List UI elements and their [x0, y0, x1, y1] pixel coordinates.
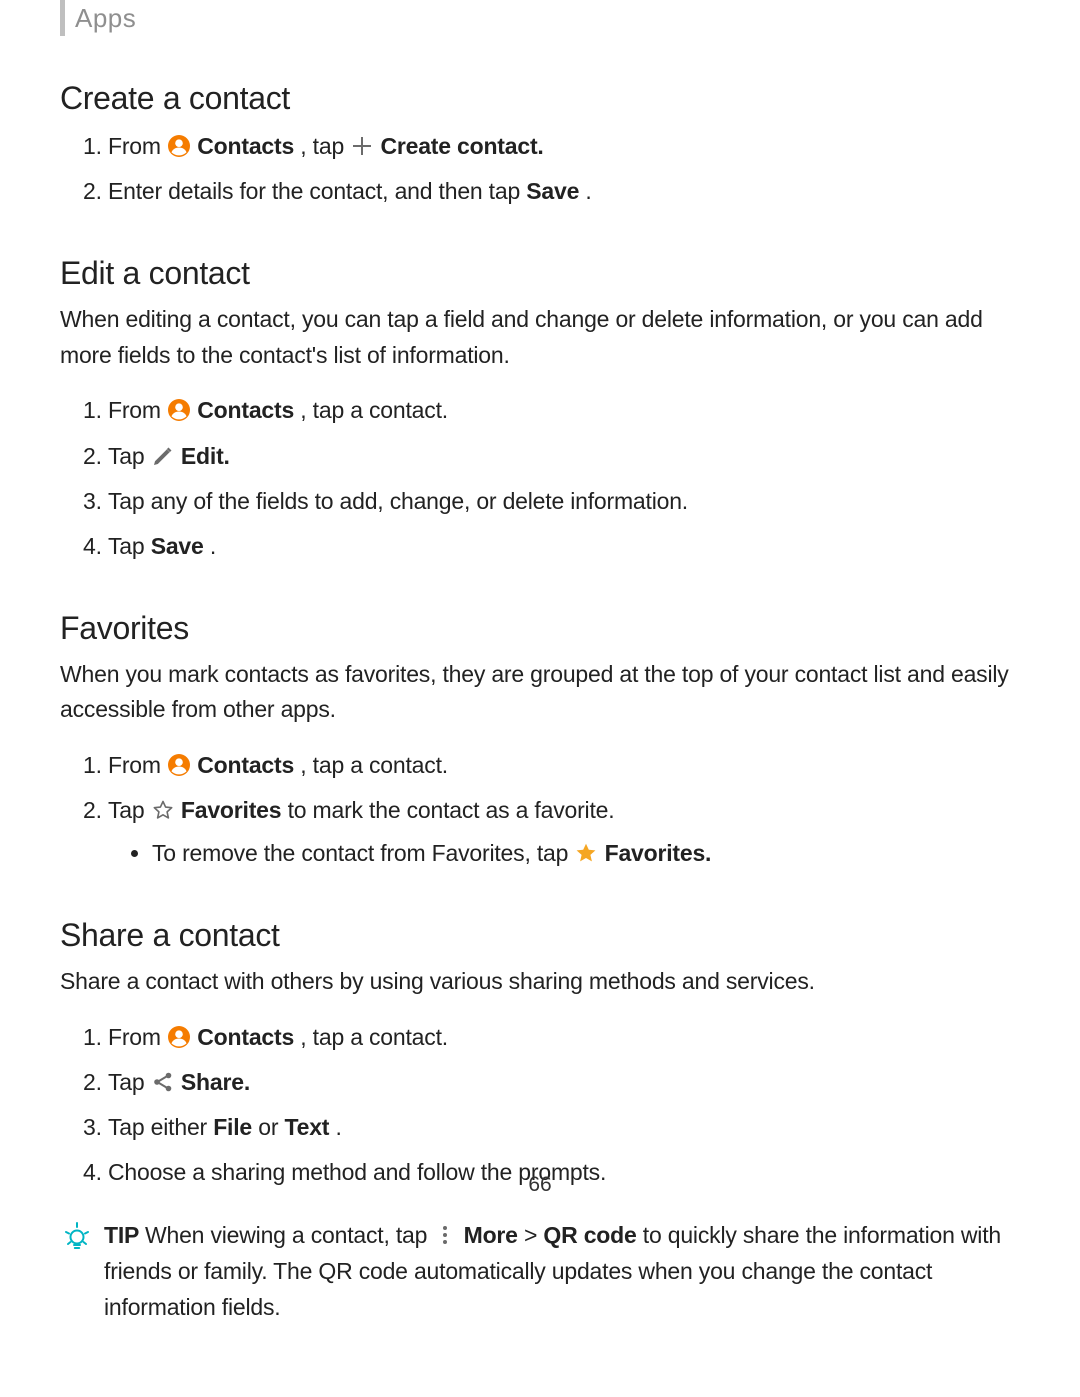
- lightbulb-tip-icon: [60, 1218, 94, 1325]
- substeps-favorites: To remove the contact from Favorites, ta…: [108, 834, 1020, 873]
- more-vertical-icon: [433, 1223, 457, 1247]
- star-filled-icon: [574, 841, 598, 865]
- heading-create: Create a contact: [60, 80, 1020, 117]
- heading-share: Share a contact: [60, 917, 1020, 954]
- text: , tap a contact.: [300, 397, 448, 423]
- step: From Contacts , tap a contact.: [108, 1018, 1020, 1057]
- text: To remove the contact from Favorites, ta…: [152, 840, 574, 866]
- favorites-label: Favorites.: [605, 840, 712, 866]
- step: Tap Edit.: [108, 437, 1020, 476]
- text: From: [108, 133, 167, 159]
- step: Tap either File or Text .: [108, 1108, 1020, 1147]
- section-share-contact: Share a contact Share a contact with oth…: [60, 917, 1020, 1325]
- contacts-icon: [167, 753, 191, 777]
- more-label: More: [464, 1222, 518, 1248]
- text: When viewing a contact, tap: [145, 1222, 433, 1248]
- step: Tap Favorites to mark the contact as a f…: [108, 791, 1020, 873]
- text: to mark the contact as a favorite.: [288, 797, 615, 823]
- step: From Contacts , tap a contact.: [108, 746, 1020, 785]
- tip-label: TIP: [104, 1222, 145, 1248]
- text: From: [108, 1024, 167, 1050]
- text: , tap a contact.: [300, 752, 448, 778]
- intro-edit: When editing a contact, you can tap a fi…: [60, 302, 1020, 373]
- star-outline-icon: [151, 798, 175, 822]
- tip-body: TIP When viewing a contact, tap More > Q…: [104, 1218, 1020, 1325]
- pencil-edit-icon: [151, 444, 175, 468]
- save-label: Save: [526, 178, 579, 204]
- rule-stub: [60, 0, 65, 36]
- step: Enter details for the contact, and then …: [108, 172, 1020, 211]
- section-label: Apps: [75, 3, 136, 34]
- text: or: [258, 1114, 284, 1140]
- text: Tap either: [108, 1114, 213, 1140]
- text: , tap: [300, 133, 350, 159]
- text: Tap: [108, 443, 151, 469]
- text-label: Text: [284, 1114, 329, 1140]
- edit-label: Edit.: [181, 443, 230, 469]
- steps-create: From Contacts , tap Create contact. Ente…: [60, 127, 1020, 211]
- contacts-icon: [167, 1025, 191, 1049]
- contacts-label: Contacts: [197, 752, 294, 778]
- qrcode-label: QR code: [543, 1222, 636, 1248]
- intro-favorites: When you mark contacts as favorites, the…: [60, 657, 1020, 728]
- text: , tap a contact.: [300, 1024, 448, 1050]
- document-page: Apps Create a contact From Contacts , ta…: [0, 0, 1080, 1397]
- text: Tap: [108, 797, 151, 823]
- contacts-icon: [167, 398, 191, 422]
- create-contact-label: Create contact.: [380, 133, 543, 159]
- section-favorites: Favorites When you mark contacts as favo…: [60, 610, 1020, 874]
- text: Enter details for the contact, and then …: [108, 178, 526, 204]
- step: Tap Save .: [108, 527, 1020, 566]
- text: From: [108, 397, 167, 423]
- text: .: [210, 533, 216, 559]
- step: From Contacts , tap Create contact.: [108, 127, 1020, 166]
- steps-share: From Contacts , tap a contact. Tap: [60, 1018, 1020, 1192]
- text: .: [335, 1114, 341, 1140]
- heading-favorites: Favorites: [60, 610, 1020, 647]
- text: Tap: [108, 1069, 151, 1095]
- contacts-label: Contacts: [197, 1024, 294, 1050]
- section-edit-contact: Edit a contact When editing a contact, y…: [60, 255, 1020, 566]
- share-label: Share.: [181, 1069, 250, 1095]
- contacts-label: Contacts: [197, 133, 294, 159]
- favorites-label: Favorites: [181, 797, 281, 823]
- contacts-icon: [167, 134, 191, 158]
- file-label: File: [213, 1114, 252, 1140]
- save-label: Save: [151, 533, 204, 559]
- intro-share: Share a contact with others by using var…: [60, 964, 1020, 1000]
- text: From: [108, 752, 167, 778]
- section-create-contact: Create a contact From Contacts , tap Cre…: [60, 80, 1020, 211]
- contacts-label: Contacts: [197, 397, 294, 423]
- page-number: 66: [0, 1173, 1080, 1197]
- steps-edit: From Contacts , tap a contact. Tap Edit.…: [60, 391, 1020, 565]
- tip-block: TIP When viewing a contact, tap More > Q…: [60, 1218, 1020, 1325]
- heading-edit: Edit a contact: [60, 255, 1020, 292]
- step: Tap any of the fields to add, change, or…: [108, 482, 1020, 521]
- plus-icon: [350, 134, 374, 158]
- text: Tap: [108, 533, 151, 559]
- text: >: [524, 1222, 543, 1248]
- steps-favorites: From Contacts , tap a contact. Tap Favor…: [60, 746, 1020, 873]
- step: Tap Share.: [108, 1063, 1020, 1102]
- text: .: [585, 178, 591, 204]
- section-rule: Apps: [60, 0, 1020, 36]
- share-icon: [151, 1070, 175, 1094]
- substep: To remove the contact from Favorites, ta…: [152, 834, 1020, 873]
- step: From Contacts , tap a contact.: [108, 391, 1020, 430]
